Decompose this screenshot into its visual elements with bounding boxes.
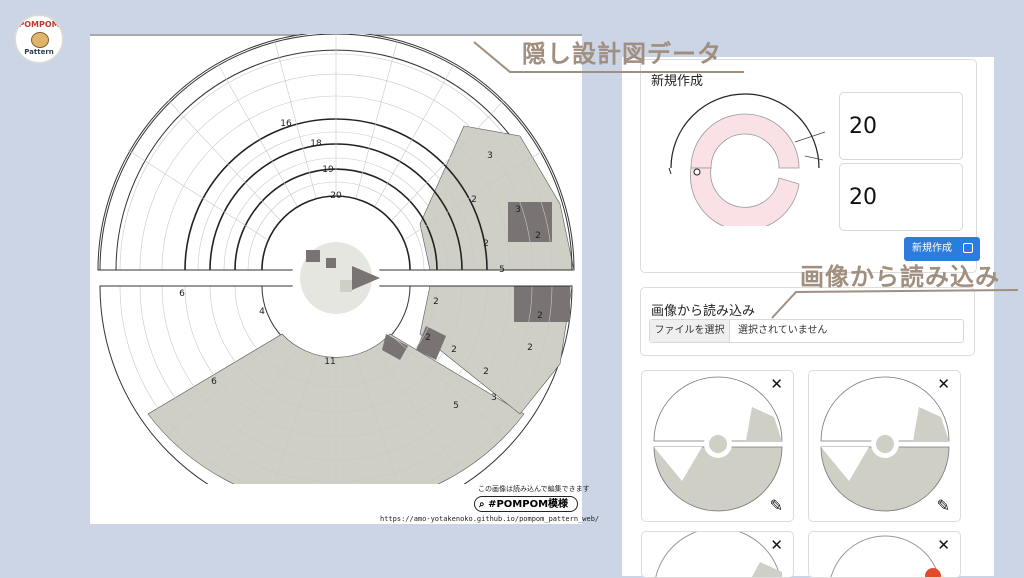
close-icon[interactable]: ✕: [937, 536, 950, 554]
logo-top-text: POMPOM: [18, 20, 60, 29]
count-label: 2: [535, 231, 541, 241]
count-label: 11: [324, 357, 335, 367]
pattern-url: https://amo-yotakenoko.github.io/pompom_…: [380, 515, 600, 523]
count-label: 2: [433, 297, 439, 307]
count-label: 6: [179, 289, 185, 299]
count-label: 5: [499, 265, 505, 275]
pompom-logo: POMPOM Pattern: [14, 14, 64, 64]
count-label: 6: [211, 377, 217, 387]
count-label: 2: [451, 345, 457, 355]
saved-pattern-card[interactable]: ✕ ✎: [641, 370, 794, 522]
size-input-1[interactable]: 20: [839, 92, 963, 160]
count-label: 3: [515, 205, 521, 215]
import-card: 画像から読み込み ファイルを選択 選択されていません: [640, 287, 975, 356]
search-icon: ⌕: [479, 499, 485, 510]
count-label: 2: [483, 367, 489, 377]
hashtag-text: #POMPOM模様: [488, 499, 569, 510]
saved-pattern-card[interactable]: ✕: [641, 531, 794, 578]
count-label: 2: [425, 333, 431, 343]
logo-bottom-text: Pattern: [24, 48, 54, 56]
pattern-caption: この画像は読み込んで編集できます: [478, 485, 590, 493]
edit-icon: [963, 243, 973, 253]
callout-hidden-data: 隠し設計図データ: [522, 40, 722, 68]
callout-import: 画像から読み込み: [800, 263, 1000, 291]
pattern-image: 16 18 19 20 3 2 3 2 2 5 6 4 6 2 2 2 2 2 …: [90, 34, 599, 524]
count-label: 2: [527, 343, 533, 353]
file-input[interactable]: ファイルを選択 選択されていません: [649, 319, 964, 343]
new-card: 新規作成 20 20 新規作成: [640, 59, 980, 273]
size-input-2[interactable]: 20: [839, 163, 963, 231]
count-label: 2: [471, 195, 477, 205]
row-label: 16: [280, 119, 292, 129]
row-label: 19: [322, 165, 334, 175]
saved-pattern-card[interactable]: ✕ ✎: [808, 370, 961, 522]
new-create-label: 新規作成: [912, 243, 952, 254]
file-status: 選択されていません: [738, 325, 828, 336]
saved-pattern-card[interactable]: ✕: [808, 531, 961, 578]
count-label: 4: [259, 307, 265, 317]
pompom-logo-icon: [31, 32, 49, 48]
count-label: 5: [453, 401, 459, 411]
pencil-icon[interactable]: ✎: [937, 496, 950, 515]
import-card-title: 画像から読み込み: [651, 304, 756, 319]
row-label: 18: [310, 139, 322, 149]
pencil-icon[interactable]: ✎: [770, 496, 783, 515]
size-diagram: [668, 93, 826, 226]
count-label: 3: [487, 151, 493, 161]
count-label: 3: [491, 393, 497, 403]
close-icon[interactable]: ✕: [770, 536, 783, 554]
close-icon[interactable]: ✕: [937, 375, 950, 393]
count-label: 2: [537, 311, 543, 321]
side-panel: 新規作成 20 20 新規作成 画像から読み込み ファイルを選択 選択されていま…: [622, 57, 994, 578]
count-label: 2: [483, 239, 489, 249]
pattern-diagram: 16 18 19 20 3 2 3 2 2 5 6 4 6 2 2 2 2 2 …: [90, 34, 582, 484]
row-label: 20: [330, 191, 342, 201]
hashtag-box: ⌕ #POMPOM模様: [474, 496, 578, 512]
file-select-button[interactable]: ファイルを選択: [650, 320, 730, 342]
close-icon[interactable]: ✕: [770, 375, 783, 393]
